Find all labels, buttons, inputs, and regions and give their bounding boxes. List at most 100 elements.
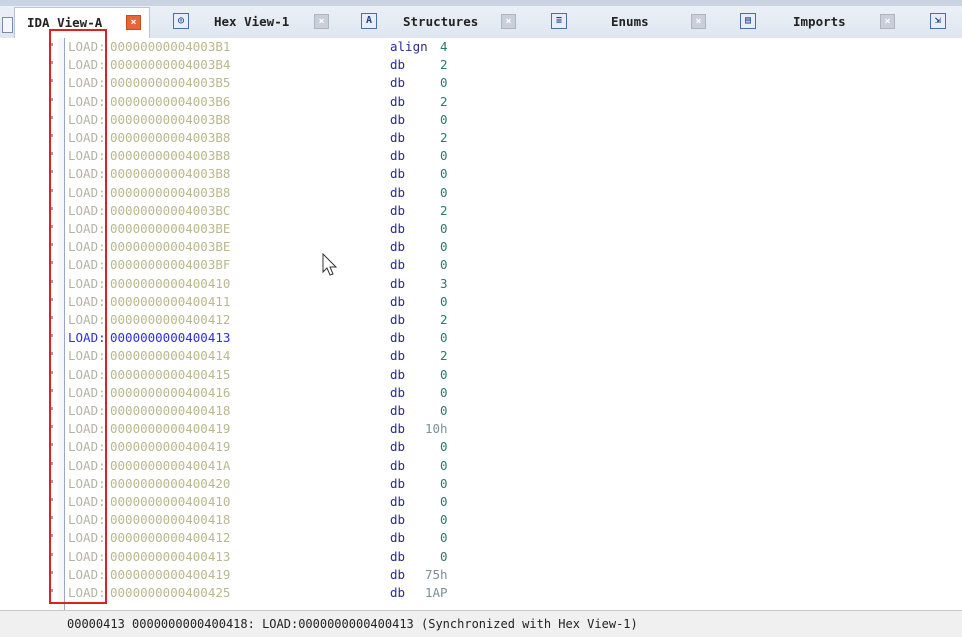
address[interactable]: 0000000000400416 bbox=[110, 384, 230, 402]
address[interactable]: 0000000000400419 bbox=[110, 438, 230, 456]
tab-ida-view-a[interactable]: IDA View-A × bbox=[14, 7, 150, 38]
address[interactable]: 00000000004003B8 bbox=[110, 165, 230, 183]
listing-row[interactable]: LOAD: 0000000000400425 db 1AP bbox=[0, 584, 962, 602]
listing-row[interactable]: LOAD: 0000000000400411 db 0 bbox=[0, 293, 962, 311]
listing-row[interactable]: LOAD: 0000000000400420 db 0 bbox=[0, 475, 962, 493]
operand[interactable]: 3 bbox=[440, 275, 448, 293]
address[interactable]: 00000000004003B1 bbox=[110, 38, 230, 56]
mnemonic[interactable]: db bbox=[390, 548, 405, 566]
close-icon[interactable]: × bbox=[314, 14, 329, 29]
address[interactable]: 0000000000400418 bbox=[110, 511, 230, 529]
disassembly-listing[interactable]: LOAD: 00000000004003B1 align 4 LOAD: 00000000… bbox=[0, 38, 962, 610]
mnemonic[interactable]: db bbox=[390, 475, 405, 493]
operand[interactable]: 2 bbox=[440, 311, 448, 329]
listing-row[interactable]: LOAD: 0000000000400419 db 10h bbox=[0, 420, 962, 438]
operand[interactable]: 0 bbox=[440, 438, 448, 456]
address[interactable]: 0000000000400418 bbox=[110, 402, 230, 420]
mnemonic[interactable]: db bbox=[390, 202, 405, 220]
operand[interactable]: 75h bbox=[425, 566, 448, 584]
address[interactable]: 0000000000400412 bbox=[110, 311, 230, 329]
address[interactable]: 0000000000400425 bbox=[110, 584, 230, 602]
operand[interactable]: 0 bbox=[440, 457, 448, 475]
tab-scroll-left[interactable] bbox=[2, 17, 13, 33]
listing-row[interactable]: LOAD: 00000000004003BE db 0 bbox=[0, 220, 962, 238]
listing-row[interactable]: LOAD: 00000000004003BF db 0 bbox=[0, 256, 962, 274]
operand[interactable]: 0 bbox=[440, 475, 448, 493]
mnemonic[interactable]: db bbox=[390, 402, 405, 420]
mnemonic[interactable]: db bbox=[390, 256, 405, 274]
listing-row[interactable]: LOAD: 0000000000400413 db 0 bbox=[0, 548, 962, 566]
mnemonic[interactable]: db bbox=[390, 74, 405, 92]
operand[interactable]: 4 bbox=[440, 38, 448, 56]
mnemonic[interactable]: db bbox=[390, 275, 405, 293]
address[interactable]: 0000000000400413 bbox=[110, 548, 230, 566]
listing-row[interactable]: LOAD: 00000000004003B8 db 0 bbox=[0, 165, 962, 183]
operand[interactable]: 0 bbox=[440, 256, 448, 274]
address[interactable]: 0000000000400410 bbox=[110, 493, 230, 511]
mnemonic[interactable]: db bbox=[390, 366, 405, 384]
operand[interactable]: 10h bbox=[425, 420, 448, 438]
listing-row[interactable]: LOAD: 00000000004003BE db 0 bbox=[0, 238, 962, 256]
tab-more[interactable]: ⇲ bbox=[925, 7, 962, 37]
mnemonic[interactable]: db bbox=[390, 584, 405, 602]
listing-row[interactable]: LOAD: 0000000000400410 db 3 bbox=[0, 275, 962, 293]
listing-row[interactable]: LOAD: 00000000004003B8 db 0 bbox=[0, 147, 962, 165]
mnemonic[interactable]: db bbox=[390, 529, 405, 547]
operand[interactable]: 2 bbox=[440, 347, 448, 365]
address[interactable]: 00000000004003B6 bbox=[110, 93, 230, 111]
operand[interactable]: 0 bbox=[440, 111, 448, 129]
close-icon[interactable]: × bbox=[501, 14, 516, 29]
mnemonic[interactable]: db bbox=[390, 347, 405, 365]
listing-row[interactable]: LOAD: 0000000000400415 db 0 bbox=[0, 366, 962, 384]
operand[interactable]: 2 bbox=[440, 202, 448, 220]
listing-row[interactable]: LOAD: 0000000000400419 db 0 bbox=[0, 438, 962, 456]
address[interactable]: 00000000004003B8 bbox=[110, 129, 230, 147]
listing-row[interactable]: LOAD: 0000000000400413 db 0 bbox=[0, 329, 962, 347]
address[interactable]: 0000000000400419 bbox=[110, 566, 230, 584]
mnemonic[interactable]: db bbox=[390, 184, 405, 202]
mnemonic[interactable]: db bbox=[390, 438, 405, 456]
operand[interactable]: 0 bbox=[440, 220, 448, 238]
listing-row[interactable]: LOAD: 00000000004003B8 db 0 bbox=[0, 111, 962, 129]
listing-row[interactable]: LOAD: 0000000000400412 db 2 bbox=[0, 311, 962, 329]
address[interactable]: 000000000040041A bbox=[110, 457, 230, 475]
address[interactable]: 00000000004003BE bbox=[110, 238, 230, 256]
listing-row[interactable]: LOAD: 00000000004003BC db 2 bbox=[0, 202, 962, 220]
mnemonic[interactable]: db bbox=[390, 566, 405, 584]
address[interactable]: 0000000000400410 bbox=[110, 275, 230, 293]
mnemonic[interactable]: db bbox=[390, 238, 405, 256]
operand[interactable]: 0 bbox=[440, 493, 448, 511]
address[interactable]: 00000000004003BC bbox=[110, 202, 230, 220]
address[interactable]: 0000000000400415 bbox=[110, 366, 230, 384]
operand[interactable]: 2 bbox=[440, 93, 448, 111]
listing-row[interactable]: LOAD: 0000000000400419 db 75h bbox=[0, 566, 962, 584]
operand[interactable]: 0 bbox=[440, 165, 448, 183]
mnemonic[interactable]: db bbox=[390, 220, 405, 238]
listing-row[interactable]: LOAD: 00000000004003B8 db 0 bbox=[0, 184, 962, 202]
close-icon[interactable]: × bbox=[126, 15, 141, 30]
operand[interactable]: 0 bbox=[440, 184, 448, 202]
listing-row[interactable]: LOAD: 00000000004003B5 db 0 bbox=[0, 74, 962, 92]
mnemonic[interactable]: db bbox=[390, 111, 405, 129]
listing-row[interactable]: LOAD: 0000000000400414 db 2 bbox=[0, 347, 962, 365]
listing-row[interactable]: LOAD: 00000000004003B6 db 2 bbox=[0, 93, 962, 111]
address[interactable]: 0000000000400419 bbox=[110, 420, 230, 438]
operand[interactable]: 0 bbox=[440, 548, 448, 566]
tab-enums[interactable]: ≡ Enums × bbox=[545, 7, 715, 37]
listing-row[interactable]: LOAD: 0000000000400412 db 0 bbox=[0, 529, 962, 547]
tab-structures[interactable]: A Structures × bbox=[355, 7, 525, 37]
mnemonic[interactable]: db bbox=[390, 93, 405, 111]
operand[interactable]: 0 bbox=[440, 511, 448, 529]
mnemonic[interactable]: align bbox=[390, 38, 428, 56]
mnemonic[interactable]: db bbox=[390, 457, 405, 475]
address[interactable]: 00000000004003B8 bbox=[110, 147, 230, 165]
tab-hex-view-1[interactable]: ◎ Hex View-1 × bbox=[165, 7, 335, 37]
mnemonic[interactable]: db bbox=[390, 511, 405, 529]
operand[interactable]: 0 bbox=[440, 366, 448, 384]
listing-row[interactable]: LOAD: 0000000000400418 db 0 bbox=[0, 511, 962, 529]
tab-imports[interactable]: ▤ Imports × bbox=[735, 7, 905, 37]
close-icon[interactable]: × bbox=[880, 14, 895, 29]
operand[interactable]: 0 bbox=[440, 74, 448, 92]
address[interactable]: 00000000004003B8 bbox=[110, 111, 230, 129]
listing-row[interactable]: LOAD: 000000000040041A db 0 bbox=[0, 457, 962, 475]
